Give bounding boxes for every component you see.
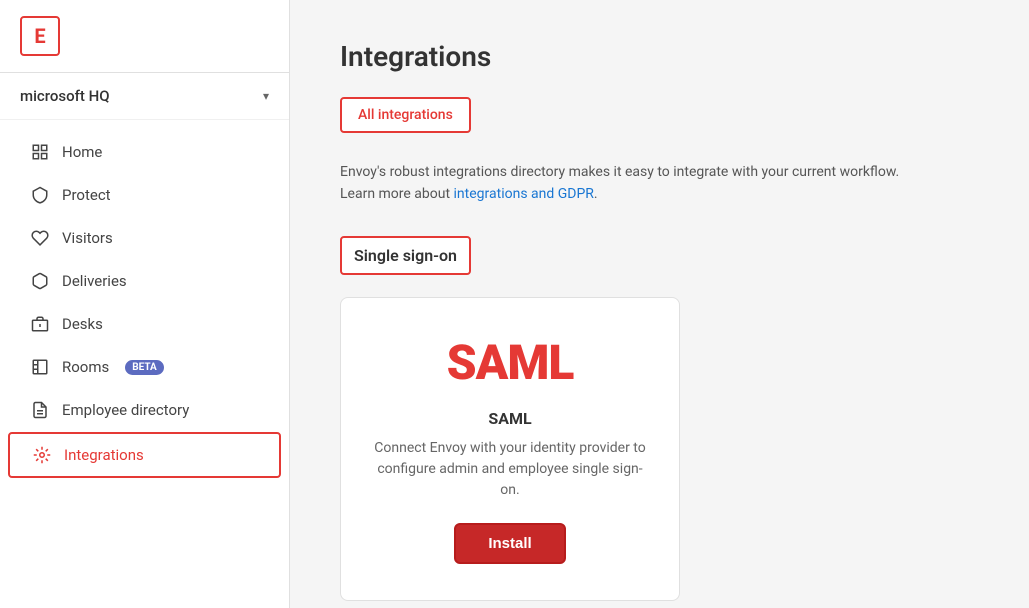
sidebar: E microsoft HQ ▾ Home Protect (0, 0, 290, 608)
sidebar-item-protect[interactable]: Protect (8, 174, 281, 216)
deliveries-icon (30, 271, 50, 291)
sidebar-item-rooms-label: Rooms (62, 358, 109, 376)
saml-card: SAML SAML Connect Envoy with your identi… (340, 297, 680, 601)
desks-icon (30, 314, 50, 334)
sidebar-item-rooms[interactable]: Rooms BETA (8, 346, 281, 388)
main-content: Integrations All integrations Envoy's ro… (290, 0, 1029, 608)
sidebar-item-visitors-label: Visitors (62, 229, 113, 247)
page-title: Integrations (340, 40, 979, 73)
sidebar-item-integrations-label: Integrations (64, 446, 144, 464)
employee-directory-icon (30, 400, 50, 420)
visitors-icon (30, 228, 50, 248)
beta-badge: BETA (125, 360, 164, 375)
sidebar-item-desks[interactable]: Desks (8, 303, 281, 345)
card-description: Connect Envoy with your identity provide… (371, 438, 649, 501)
sidebar-item-deliveries[interactable]: Deliveries (8, 260, 281, 302)
tab-all-integrations[interactable]: All integrations (340, 97, 471, 133)
section-header-sso: Single sign-on (340, 236, 471, 275)
sidebar-item-home-label: Home (62, 143, 102, 161)
sidebar-nav: Home Protect Visitors (0, 120, 289, 608)
install-button[interactable]: Install (454, 523, 565, 564)
sidebar-item-desks-label: Desks (62, 315, 103, 333)
gdpr-link[interactable]: integrations and GDPR (454, 186, 594, 202)
cards-grid: SAML SAML Connect Envoy with your identi… (340, 297, 979, 601)
logo-area: E (0, 0, 289, 73)
sidebar-item-employee-directory-label: Employee directory (62, 401, 189, 419)
saml-logo: SAML (447, 334, 574, 391)
sidebar-item-integrations[interactable]: Integrations (8, 432, 281, 478)
sidebar-item-home[interactable]: Home (8, 131, 281, 173)
tabs-bar: All integrations (340, 97, 979, 133)
sidebar-item-employee-directory[interactable]: Employee directory (8, 389, 281, 431)
rooms-icon (30, 357, 50, 377)
card-title: SAML (488, 409, 531, 428)
sidebar-item-visitors[interactable]: Visitors (8, 217, 281, 259)
workspace-name: microsoft HQ (20, 87, 110, 105)
description-text: Envoy's robust integrations directory ma… (340, 161, 979, 206)
protect-icon (30, 185, 50, 205)
integrations-icon (32, 445, 52, 465)
chevron-down-icon: ▾ (263, 89, 269, 103)
home-icon (30, 142, 50, 162)
workspace-selector[interactable]: microsoft HQ ▾ (0, 73, 289, 120)
app-logo: E (20, 16, 60, 56)
sidebar-item-deliveries-label: Deliveries (62, 272, 127, 290)
sidebar-item-protect-label: Protect (62, 186, 111, 204)
